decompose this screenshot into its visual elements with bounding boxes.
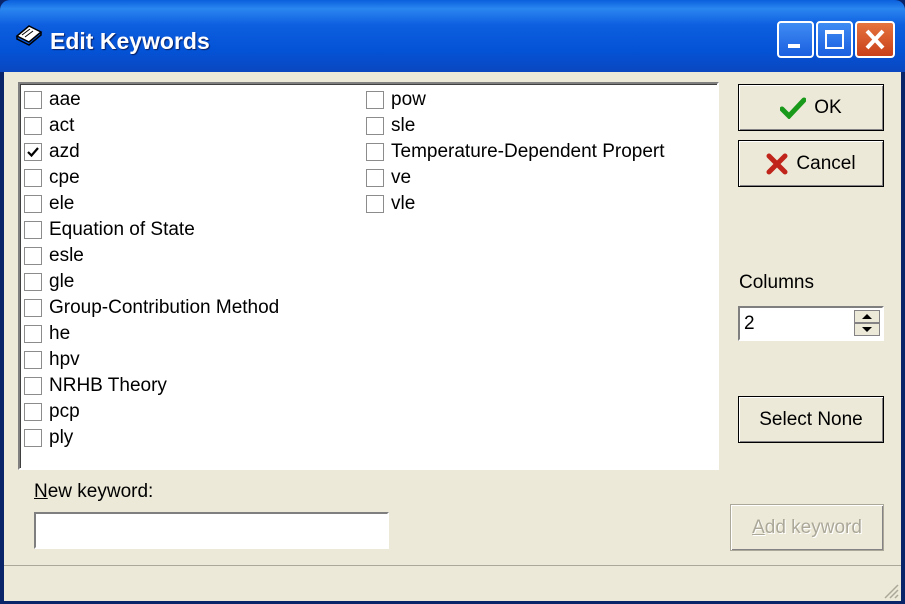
keyword-item[interactable]: Equation of State: [24, 217, 195, 243]
keyword-label: ply: [49, 427, 74, 448]
keyword-checkbox[interactable]: [24, 143, 42, 161]
arrow-down-icon: [862, 327, 872, 332]
keyword-checkbox[interactable]: [24, 351, 42, 369]
check-icon: [27, 147, 39, 158]
book-icon: [15, 25, 43, 46]
keyword-checkbox[interactable]: [24, 221, 42, 239]
ok-label: OK: [814, 96, 842, 118]
keyword-item[interactable]: NRHB Theory: [24, 373, 167, 399]
columns-label: Columns: [739, 272, 814, 293]
keyword-item[interactable]: aae: [24, 87, 81, 113]
keyword-checkbox[interactable]: [24, 91, 42, 109]
keyword-checkbox[interactable]: [24, 169, 42, 187]
keyword-label: gle: [49, 271, 75, 292]
keyword-label: Group-Contribution Method: [49, 297, 280, 318]
spin-up-button[interactable]: [854, 310, 880, 323]
keyword-label: pcp: [49, 401, 80, 422]
minimize-icon: [788, 44, 800, 48]
spin-down-button[interactable]: [854, 323, 880, 336]
keyword-item[interactable]: act: [24, 113, 74, 139]
dialog-body: aae act azd cpe ele Equation of State esle gle G…: [4, 72, 901, 601]
maximize-icon: [825, 30, 844, 49]
keyword-item[interactable]: ve: [366, 165, 411, 191]
keyword-checkbox[interactable]: [24, 117, 42, 135]
keyword-item[interactable]: ply: [24, 425, 73, 451]
keyword-item[interactable]: sle: [366, 113, 415, 139]
x-icon: [766, 153, 788, 174]
keyword-item[interactable]: ele: [24, 191, 74, 217]
ok-button[interactable]: OK: [738, 84, 884, 131]
keyword-label: Temperature-Dependent Propert: [391, 141, 665, 162]
spinner-buttons: [854, 310, 880, 337]
keyword-checkbox[interactable]: [24, 299, 42, 317]
keyword-item[interactable]: Group-Contribution Method: [24, 295, 279, 321]
title-bar[interactable]: Edit Keywords: [0, 0, 905, 72]
keyword-item[interactable]: gle: [24, 269, 74, 295]
keyword-checkbox[interactable]: [24, 429, 42, 447]
keyword-item[interactable]: pow: [366, 87, 426, 113]
keyword-item[interactable]: vle: [366, 191, 415, 217]
keyword-label: sle: [391, 115, 416, 136]
keyword-label: vle: [391, 193, 416, 214]
keyword-item[interactable]: azd: [24, 139, 80, 165]
keyword-label: act: [49, 115, 75, 136]
close-button[interactable]: [855, 21, 895, 58]
columns-value[interactable]: 2: [744, 313, 755, 335]
keyword-label: Equation of State: [49, 219, 195, 240]
keyword-checkbox[interactable]: [366, 91, 384, 109]
cancel-button[interactable]: Cancel: [738, 140, 884, 187]
keyword-checkbox[interactable]: [24, 195, 42, 213]
keyword-checkbox[interactable]: [366, 117, 384, 135]
keyword-label: cpe: [49, 167, 80, 188]
keyword-checkbox[interactable]: [24, 273, 42, 291]
columns-spinner[interactable]: 2: [738, 306, 884, 341]
arrow-up-icon: [862, 314, 872, 319]
cancel-label: Cancel: [796, 152, 856, 174]
keyword-checkbox[interactable]: [366, 143, 384, 161]
keyword-item[interactable]: esle: [24, 243, 84, 269]
keyword-checkbox[interactable]: [24, 325, 42, 343]
minimize-button[interactable]: [777, 21, 814, 58]
keyword-checkbox[interactable]: [24, 403, 42, 421]
keyword-checkbox[interactable]: [366, 195, 384, 213]
keywords-checklist[interactable]: aae act azd cpe ele Equation of State esle gle G…: [18, 82, 719, 470]
keyword-item[interactable]: he: [24, 321, 70, 347]
keyword-item[interactable]: pcp: [24, 399, 80, 425]
select-none-button[interactable]: Select None: [738, 396, 884, 443]
keyword-checkbox[interactable]: [366, 169, 384, 187]
keyword-label: esle: [49, 245, 84, 266]
keyword-label: azd: [49, 141, 80, 162]
maximize-button[interactable]: [816, 21, 853, 58]
edit-keywords-window: Edit Keywords aae act azd cpe ele Equation of…: [0, 0, 905, 604]
keyword-label: aae: [49, 89, 81, 110]
resize-grip-icon[interactable]: [881, 581, 899, 599]
keyword-label: ve: [391, 167, 412, 188]
keyword-label: hpv: [49, 349, 80, 370]
add-keyword-button[interactable]: Add keyword: [730, 504, 884, 551]
keyword-item[interactable]: cpe: [24, 165, 80, 191]
select-none-label: Select None: [759, 408, 863, 430]
keyword-checkbox[interactable]: [24, 247, 42, 265]
status-bar: [4, 565, 901, 601]
window-title: Edit Keywords: [50, 28, 210, 54]
keyword-item[interactable]: Temperature-Dependent Propert: [366, 139, 665, 165]
keyword-label: pow: [391, 89, 426, 110]
keyword-checkbox[interactable]: [24, 377, 42, 395]
add-keyword-label: Add keyword: [752, 516, 862, 538]
close-icon: [865, 29, 885, 50]
keyword-label: he: [49, 323, 71, 344]
new-keyword-accesskey: N: [34, 481, 48, 502]
keyword-label: NRHB Theory: [49, 375, 167, 396]
keyword-label: ele: [49, 193, 75, 214]
new-keyword-label: New keyword:: [34, 481, 153, 503]
new-keyword-input[interactable]: [34, 512, 389, 549]
keyword-item[interactable]: hpv: [24, 347, 80, 373]
new-keyword-label-text: ew keyword:: [47, 481, 154, 502]
checkmark-icon: [780, 97, 807, 119]
